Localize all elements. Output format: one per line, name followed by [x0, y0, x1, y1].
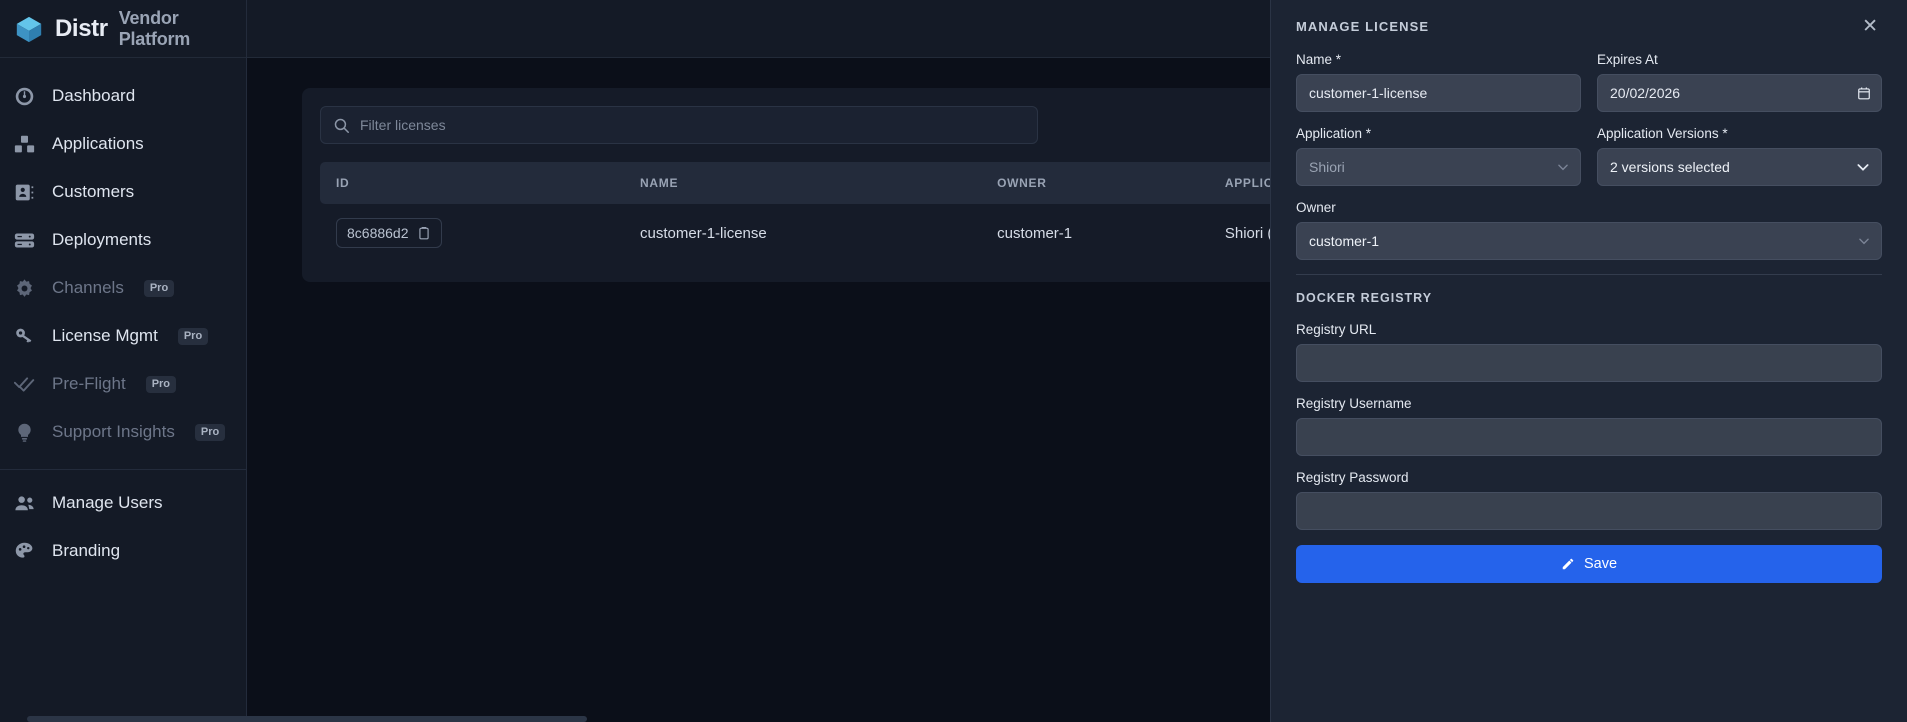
registry-url-field-group: Registry URL — [1296, 322, 1882, 382]
application-select[interactable] — [1296, 148, 1581, 186]
sidebar-item-label: Pre-Flight — [52, 374, 126, 393]
pro-badge: Pro — [143, 279, 175, 297]
registry-username-label: Registry Username — [1296, 396, 1412, 411]
search-input[interactable] — [360, 117, 1025, 133]
pro-badge: Pro — [145, 375, 177, 393]
owner-field-group: Owner — [1296, 200, 1882, 260]
license-id-value: 8c6886d2 — [347, 225, 409, 241]
sidebar-item-deployments[interactable]: Deployments — [0, 216, 246, 264]
column-header-name[interactable]: NAME — [624, 162, 982, 204]
sidebar-nav: Dashboard Applications Customers Deploym… — [0, 58, 246, 575]
application-label: Application * — [1296, 126, 1372, 141]
sidebar: Distr Vendor Platform Dashboard Applicat… — [0, 0, 247, 722]
expires-at-input[interactable] — [1597, 74, 1882, 112]
drawer-divider — [1296, 274, 1882, 275]
users-icon — [13, 492, 36, 515]
owner-select[interactable] — [1296, 222, 1882, 260]
registry-username-input[interactable] — [1296, 418, 1882, 456]
application-versions-label: Application Versions * — [1597, 126, 1728, 141]
name-input[interactable] — [1296, 74, 1581, 112]
column-header-owner[interactable]: OWNER — [981, 162, 1209, 204]
sidebar-item-label: Applications — [52, 134, 144, 153]
application-versions-row: Application * Application Versions * — [1296, 126, 1882, 200]
drawer-header: MANAGE LICENSE ✕ — [1296, 0, 1882, 52]
license-id-chip[interactable]: 8c6886d2 — [336, 218, 442, 248]
registry-url-input[interactable] — [1296, 344, 1882, 382]
sidebar-item-pre-flight[interactable]: Pre-Flight Pro — [0, 360, 246, 408]
sidebar-item-label: Manage Users — [52, 493, 163, 512]
search-icon — [333, 117, 350, 134]
registry-url-label: Registry URL — [1296, 322, 1377, 337]
boxes-icon — [13, 133, 36, 156]
cell-name: customer-1-license — [640, 224, 767, 242]
brand-subtitle: Vendor Platform — [118, 7, 191, 49]
sidebar-item-label: Branding — [52, 541, 121, 560]
server-icon — [13, 229, 36, 252]
sidebar-item-support-insights[interactable]: Support Insights Pro — [0, 408, 246, 456]
brand-name: Distr — [55, 14, 108, 42]
app-root: Distr Vendor Platform Dashboard Applicat… — [0, 0, 1907, 722]
sidebar-divider — [0, 469, 246, 470]
owner-select-wrapper — [1296, 222, 1882, 260]
sidebar-item-branding[interactable]: Branding — [0, 527, 246, 575]
sidebar-item-license-mgmt[interactable]: License Mgmt Pro — [0, 312, 246, 360]
clipboard-icon[interactable] — [417, 226, 431, 240]
close-icon[interactable]: ✕ — [1858, 15, 1882, 38]
sidebar-item-label: Support Insights — [52, 422, 175, 441]
contact-card-icon — [13, 181, 36, 204]
name-expires-row: Name * Expires At — [1296, 52, 1882, 126]
sidebar-item-label: Deployments — [52, 230, 152, 249]
registry-password-input[interactable] — [1296, 492, 1882, 530]
expires-at-label: Expires At — [1597, 52, 1658, 67]
application-field-group: Application * — [1296, 126, 1581, 186]
application-select-wrapper — [1296, 148, 1581, 186]
brand-header[interactable]: Distr Vendor Platform — [0, 0, 246, 58]
sidebar-item-label: Dashboard — [52, 86, 136, 105]
sidebar-item-label: Channels — [52, 278, 124, 297]
pro-badge: Pro — [194, 423, 226, 441]
cube-logo-icon — [14, 14, 44, 44]
save-button-label: Save — [1583, 556, 1618, 572]
registry-password-label: Registry Password — [1296, 470, 1409, 485]
pro-badge: Pro — [177, 327, 209, 345]
drawer-title: MANAGE LICENSE — [1296, 18, 1430, 34]
horizontal-scrollbar[interactable] — [27, 716, 587, 722]
manage-license-drawer: MANAGE LICENSE ✕ Name * Expires At Appli — [1270, 0, 1907, 722]
sidebar-item-manage-users[interactable]: Manage Users — [0, 479, 246, 527]
sidebar-item-customers[interactable]: Customers — [0, 168, 246, 216]
registry-username-field-group: Registry Username — [1296, 396, 1882, 456]
expires-at-wrapper — [1597, 74, 1882, 112]
cell-owner: customer-1 — [997, 224, 1073, 242]
application-versions-select-wrapper — [1597, 148, 1882, 186]
gauge-icon — [13, 85, 36, 108]
sidebar-item-applications[interactable]: Applications — [0, 120, 246, 168]
sidebar-item-dashboard[interactable]: Dashboard — [0, 72, 246, 120]
sidebar-item-label: License Mgmt — [52, 326, 158, 345]
docker-registry-section-title: DOCKER REGISTRY — [1296, 291, 1433, 305]
save-button[interactable]: Save — [1296, 545, 1882, 583]
owner-label: Owner — [1296, 200, 1336, 215]
gear-icon — [13, 277, 36, 300]
name-label: Name * — [1296, 52, 1342, 67]
column-header-id[interactable]: ID — [320, 162, 625, 204]
key-icon — [13, 325, 36, 348]
pencil-icon — [1561, 557, 1575, 571]
lightbulb-icon — [13, 421, 36, 444]
application-versions-field-group: Application Versions * — [1597, 126, 1882, 186]
filter-licenses-search[interactable] — [320, 106, 1038, 144]
double-check-icon — [13, 373, 36, 396]
application-versions-select[interactable] — [1597, 148, 1882, 186]
registry-password-field-group: Registry Password — [1296, 470, 1882, 530]
cell-id: 8c6886d2 — [320, 204, 624, 262]
palette-icon — [13, 540, 36, 563]
name-field-group: Name * — [1296, 52, 1581, 112]
expires-at-field-group: Expires At — [1597, 52, 1882, 112]
sidebar-item-label: Customers — [52, 182, 135, 201]
sidebar-item-channels[interactable]: Channels Pro — [0, 264, 246, 312]
